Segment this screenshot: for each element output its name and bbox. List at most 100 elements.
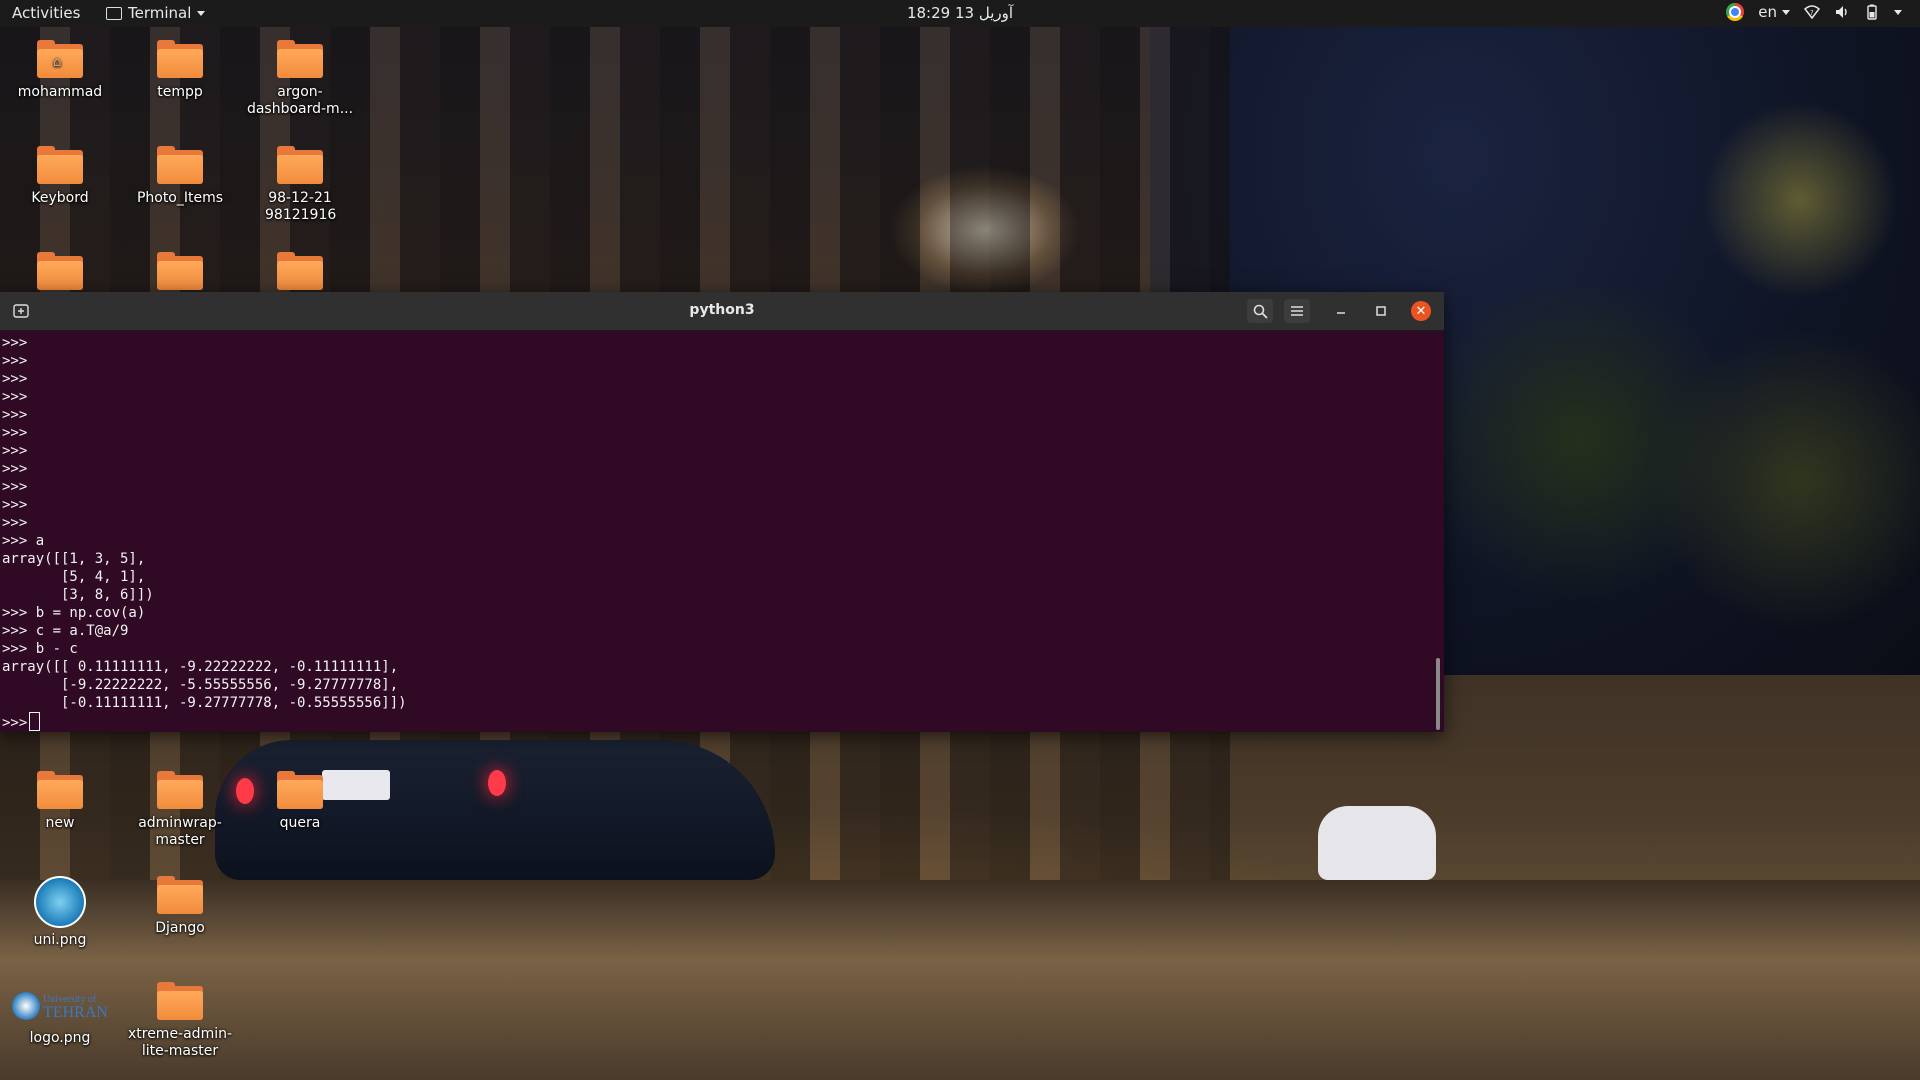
desktop-icon-98-12-21[interactable]: 98-12-21 98121916 bbox=[240, 146, 360, 224]
desktop-icon-new[interactable]: new bbox=[0, 771, 120, 832]
desktop-icon-django[interactable]: Django bbox=[120, 876, 240, 937]
terminal-line: >>> bbox=[2, 353, 28, 369]
desktop-icon-hidden[interactable] bbox=[240, 252, 360, 296]
text-cursor bbox=[29, 712, 41, 731]
chrome-indicator-icon[interactable] bbox=[1726, 3, 1745, 21]
search-icon bbox=[1253, 304, 1268, 319]
terminal-line: array([[ 0.11111111, -9.22222222, -0.111… bbox=[2, 659, 399, 675]
folder-icon bbox=[157, 40, 203, 78]
svg-text:?: ? bbox=[1810, 9, 1814, 17]
terminal-line: [3, 8, 6]]) bbox=[2, 587, 154, 603]
terminal-line: [-0.11111111, -9.27777778, -0.55555556]]… bbox=[2, 695, 407, 711]
hamburger-menu-icon bbox=[1291, 306, 1303, 316]
desktop-icon-photo-items[interactable]: Photo_Items bbox=[120, 146, 240, 207]
folder-icon bbox=[157, 252, 203, 290]
wallpaper-trees bbox=[1380, 60, 1920, 820]
desktop-icon-keybord[interactable]: Keybord bbox=[0, 146, 120, 207]
desktop-icon-label: logo.png bbox=[29, 1030, 91, 1046]
terminal-line: >>> bbox=[2, 443, 28, 459]
language-indicator[interactable]: en bbox=[1758, 3, 1790, 21]
maximize-icon bbox=[1376, 306, 1386, 316]
close-button[interactable]: ✕ bbox=[1408, 299, 1434, 323]
wifi-icon[interactable]: ? bbox=[1804, 4, 1820, 20]
desktop-icon-label: adminwrap-master bbox=[138, 815, 222, 848]
battery-icon[interactable] bbox=[1864, 4, 1880, 20]
terminal-window[interactable]: python3 ✕ >>> >>> >>> >>> >>> >>> >>> >>> >>> >>>… bbox=[0, 292, 1444, 732]
desktop-icon-label: argon-dashboard-m... bbox=[246, 84, 354, 117]
terminal-line: >>> bbox=[2, 425, 28, 441]
desktop-icon-argon[interactable]: argon-dashboard-m... bbox=[240, 40, 360, 118]
university-seal-icon bbox=[12, 992, 41, 1020]
folder-icon bbox=[37, 146, 83, 184]
wallpaper-white-car bbox=[1318, 806, 1436, 880]
desktop-icon-label: quera bbox=[279, 815, 321, 831]
terminal-line: array([[1, 3, 5], bbox=[2, 551, 146, 567]
language-label: en bbox=[1758, 3, 1777, 21]
chevron-down-icon bbox=[1782, 9, 1790, 15]
desktop-icon-quera[interactable]: quera bbox=[240, 771, 360, 832]
terminal-header-bar[interactable]: python3 ✕ bbox=[0, 292, 1444, 331]
terminal-line: >>> a bbox=[2, 533, 45, 549]
desktop-icon-label: uni.png bbox=[33, 932, 87, 948]
hamburger-menu-button[interactable] bbox=[1284, 299, 1310, 323]
folder-icon bbox=[157, 876, 203, 914]
desktop-icon-label: Django bbox=[155, 920, 205, 936]
terminal-line: [-9.22222222, -5.55555556, -9.27777778], bbox=[2, 677, 399, 693]
uni-image-thumbnail bbox=[34, 876, 86, 928]
terminal-line: >>> bbox=[2, 461, 28, 477]
desktop-icon-logo-png[interactable]: University of TEHRAN logo.png bbox=[0, 986, 120, 1047]
folder-icon bbox=[157, 146, 203, 184]
terminal-line: >>> b = np.cov(a) bbox=[2, 605, 146, 621]
folder-icon bbox=[157, 771, 203, 809]
search-button[interactable] bbox=[1247, 299, 1273, 323]
terminal-prompt-line[interactable]: >>> bbox=[2, 712, 1422, 732]
terminal-title: python3 bbox=[689, 302, 755, 318]
clock[interactable]: آوریل 13 18:29 bbox=[0, 4, 1920, 22]
desktop-icon-label: tempp bbox=[157, 84, 203, 100]
desktop-icon-label: new bbox=[45, 815, 75, 831]
terminal-line: >>> bbox=[2, 371, 28, 387]
desktop-icon-label: xtreme-admin-lite-master bbox=[127, 1026, 233, 1059]
terminal-prompt: >>> bbox=[2, 715, 28, 731]
logo-text-big: TEHRAN bbox=[43, 1004, 108, 1021]
terminal-line: >>> bbox=[2, 389, 28, 405]
terminal-line: >>> bbox=[2, 407, 28, 423]
desktop-icon-adminwrap[interactable]: adminwrap-master bbox=[120, 771, 240, 849]
minimize-button[interactable] bbox=[1328, 299, 1354, 323]
desktop-icon-hidden[interactable] bbox=[120, 252, 240, 296]
desktop-icon-mohammad[interactable]: ⌂ mohammad bbox=[0, 40, 120, 101]
desktop-icon-xtreme-admin[interactable]: xtreme-admin-lite-master bbox=[120, 982, 240, 1060]
volume-icon[interactable] bbox=[1834, 4, 1850, 20]
folder-icon bbox=[277, 252, 323, 290]
home-folder-icon: ⌂ bbox=[37, 40, 83, 78]
desktop-icon-hidden[interactable] bbox=[0, 252, 120, 296]
desktop-icon-label: 98-12-21 98121916 bbox=[265, 190, 337, 223]
desktop-icon-label: Keybord bbox=[31, 190, 89, 206]
folder-icon bbox=[277, 771, 323, 809]
folder-icon bbox=[277, 40, 323, 78]
desktop-icon-tempp[interactable]: tempp bbox=[120, 40, 240, 101]
system-tray: en ? bbox=[1726, 3, 1902, 21]
system-menu-chevron-icon[interactable] bbox=[1894, 9, 1902, 15]
desktop-icon-label: mohammad bbox=[17, 84, 103, 100]
close-icon: ✕ bbox=[1411, 301, 1431, 321]
terminal-line: >>> bbox=[2, 515, 28, 531]
folder-icon bbox=[37, 771, 83, 809]
wallpaper-road bbox=[0, 880, 1920, 1080]
terminal-scrollbar[interactable] bbox=[1436, 658, 1440, 730]
logo-image-thumbnail: University of TEHRAN bbox=[10, 986, 110, 1026]
terminal-line: >>> b - c bbox=[2, 641, 78, 657]
terminal-line: >>> bbox=[2, 497, 28, 513]
minimize-icon bbox=[1337, 312, 1345, 314]
logo-wordmark: University of TEHRAN bbox=[43, 993, 108, 1021]
terminal-line: [5, 4, 1], bbox=[2, 569, 146, 585]
maximize-button[interactable] bbox=[1368, 299, 1394, 323]
terminal-line: >>> bbox=[2, 479, 28, 495]
folder-icon bbox=[157, 982, 203, 1020]
desktop-icon-label: Photo_Items bbox=[136, 190, 224, 206]
folder-icon bbox=[37, 252, 83, 290]
folder-icon bbox=[277, 146, 323, 184]
terminal-output[interactable]: >>> >>> >>> >>> >>> >>> >>> >>> >>> >>> >>> >>> a ar… bbox=[2, 334, 1422, 732]
desktop-icon-uni-png[interactable]: uni.png bbox=[0, 876, 120, 949]
terminal-line: >>> c = a.T@a/9 bbox=[2, 623, 129, 639]
